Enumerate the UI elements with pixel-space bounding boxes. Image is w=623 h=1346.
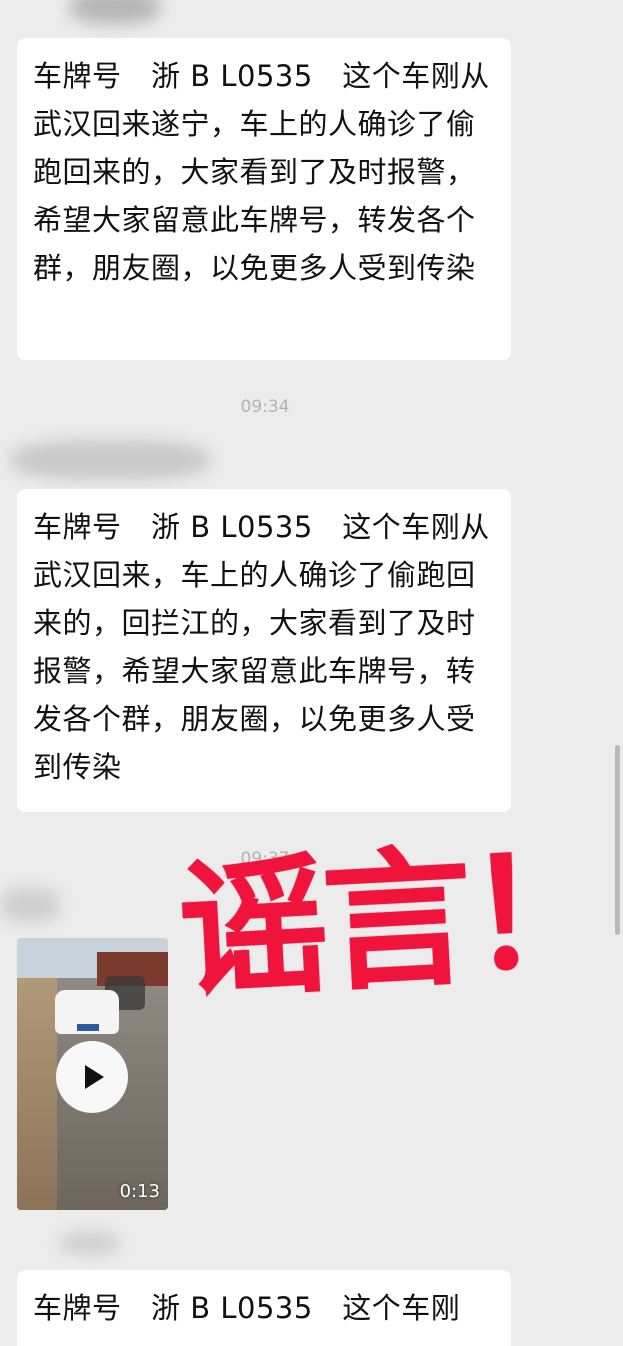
message-bubble[interactable]: 车牌号 浙 B L0535 这个车刚从武汉回来遂宁，车上的人确诊了偷跑回来的，大… [17, 38, 511, 360]
video-thumbnail-curb [17, 978, 57, 1210]
message-bubble[interactable]: 车牌号 浙 B L0535 这个车刚 [17, 1270, 511, 1346]
play-icon [85, 1065, 104, 1089]
message-timestamp: 09:34 [240, 397, 290, 417]
scrollbar[interactable] [615, 745, 620, 935]
video-duration: 0:13 [119, 1181, 160, 1202]
chat-window: 车牌号 浙 B L0535 这个车刚从武汉回来遂宁，车上的人确诊了偷跑回来的，大… [0, 0, 623, 1346]
video-thumbnail-plate [77, 1024, 99, 1031]
rumor-stamp-overlay: 谣言！ [174, 821, 615, 1021]
blurred-sender-3 [0, 888, 60, 922]
blurred-avatar-top [70, 0, 160, 24]
play-button[interactable] [56, 1041, 128, 1113]
message-bubble[interactable]: 车牌号 浙 B L0535 这个车刚从武汉回来，车上的人确诊了偷跑回来的，回拦江… [17, 489, 511, 812]
video-message[interactable]: 0:13 [17, 938, 168, 1210]
blurred-sender-2 [10, 440, 210, 480]
blurred-sender-4 [60, 1232, 120, 1254]
